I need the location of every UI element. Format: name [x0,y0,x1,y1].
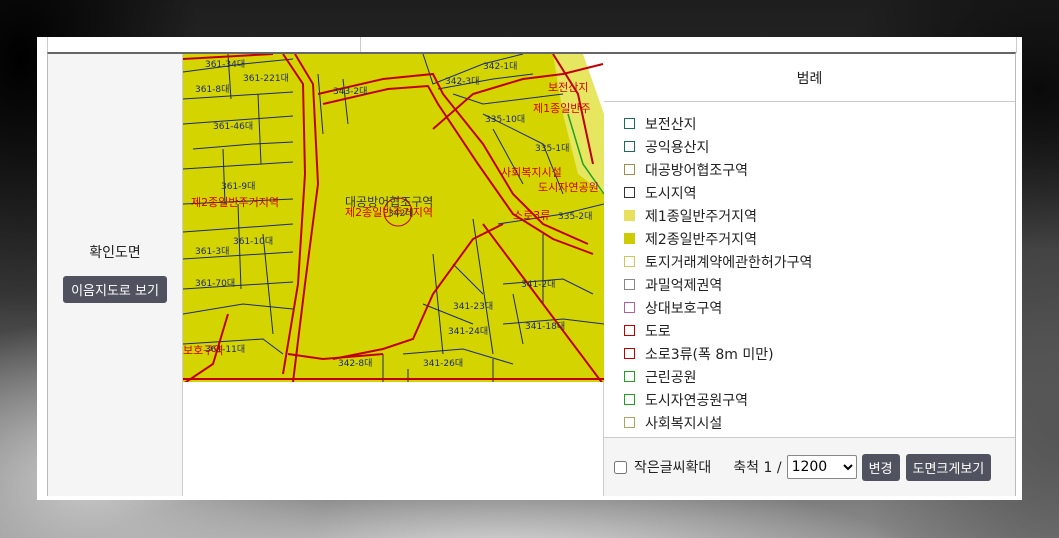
legend-item: 도로 [624,319,1015,342]
parcel-label: 361-46대 [213,121,253,132]
parcel-label: 361-221대 [243,73,289,84]
zone-label: 도시자연공원 [538,181,599,194]
legend-item: 상대보호구역 [624,296,1015,319]
legend-item: 소로3류(폭 8m 미만) [624,342,1015,365]
map-image: 361-34대 361-221대 361-8대 361-46대 361-9대 3… [183,54,604,382]
legend-swatch [624,187,635,198]
legend-item: 공익용산지 [624,135,1015,158]
view-eum-map-button[interactable]: 이음지도로 보기 [63,275,167,303]
zone-label: 사회복지시설 [501,166,562,179]
legend-swatch [624,371,635,382]
legend-title: 범례 [604,54,1015,102]
legend-item: 제1종일반주거지역 [624,204,1015,227]
enlarge-map-button[interactable]: 도면크게보기 [905,453,992,481]
parcel-label: 361-70대 [195,278,235,289]
legend-swatch [624,210,635,221]
parcel-label: 342-8대 [338,358,372,369]
parcel-label: 342-3대 [445,76,479,87]
legend-item: 사회복지시설 [624,411,1015,434]
change-scale-button[interactable]: 변경 [861,453,900,481]
small-text-enlarge-toggle[interactable]: 작은글씨확대 [614,457,711,477]
legend-swatch [624,279,635,290]
legend-swatch [624,233,635,244]
legend-swatch [624,417,635,428]
legend-swatch [624,256,635,267]
parcel-label: 361-9대 [221,181,255,192]
zone-label: 제1종일반주 [533,101,591,115]
center-zone-label: 대공방어협조구역 [345,195,433,209]
parcel-label: 335-1대 [535,143,569,154]
zone-label: 보전산지 [548,81,588,94]
parcel-label: 361-34대 [205,59,245,70]
legend-item: 도시자연공원구역 [624,388,1015,411]
scale-label: 축척 1 / [733,460,782,476]
parcel-label: 341-24대 [448,326,488,337]
legend-item: 근린공원 [624,365,1015,388]
legend-item: 과밀억제권역 [624,273,1015,296]
legend-item: 도시지역 [624,181,1015,204]
parcel-label: 341-26대 [423,358,463,369]
legend-swatch [624,118,635,129]
parcel-label: 342-1대 [483,61,517,72]
legend-swatch [624,164,635,175]
parcel-label: 341-18대 [525,321,565,332]
small-text-label: 작은글씨확대 [634,460,712,476]
legend-panel: 범례 보전산지 공익용산지 대공방어협조구역 도시지역 제1종일반주거지역 제2… [604,54,1015,496]
parcel-label: 335-10대 [485,114,525,125]
parcel-label: 343-2대 [333,86,367,97]
legend-swatch [624,348,635,359]
parcel-label: 341-23대 [453,301,493,312]
legend-list: 보전산지 공익용산지 대공방어협조구역 도시지역 제1종일반주거지역 제2종일반… [604,102,1015,437]
legend-item: 제2종일반주거지역 [624,227,1015,250]
legend-item: 토지거래계약에관한허가구역 [624,250,1015,273]
parcel-label: 341-2대 [521,279,555,290]
land-use-panel: 확인도면 이음지도로 보기 361-34대 361-221대 361-8대 36… [37,37,1022,500]
parcel-label: 361-3대 [195,246,229,257]
zone-label: 제2종일반주거지역 [191,195,279,209]
legend-item: 대공방어협조구역 [624,158,1015,181]
confirmation-map[interactable]: 361-34대 361-221대 361-8대 361-46대 361-9대 3… [183,54,604,496]
zone-label: 보호구역 [183,344,223,357]
row-header: 확인도면 이음지도로 보기 [48,54,183,496]
zone-label: 소로3류 [513,209,550,222]
parcel-label: 335-2대 [558,211,592,222]
map-controls: 작은글씨확대 축척 1 / 1200 변경 도면크게보기 [604,437,1015,496]
legend-swatch [624,394,635,405]
parcel-label: 361-8대 [195,84,229,95]
legend-swatch [624,325,635,336]
scale-select[interactable]: 1200 [786,455,857,479]
previous-row-edge [47,37,1017,53]
map-row: 확인도면 이음지도로 보기 361-34대 361-221대 361-8대 36… [47,52,1016,496]
small-text-checkbox[interactable] [614,460,627,474]
parcel-label: 361-10대 [233,236,273,247]
row-title: 확인도면 [89,244,141,261]
center-parcel-label: 342대 [388,208,413,219]
legend-item: 보전산지 [624,112,1015,135]
legend-swatch [624,302,635,313]
legend-swatch [624,141,635,152]
